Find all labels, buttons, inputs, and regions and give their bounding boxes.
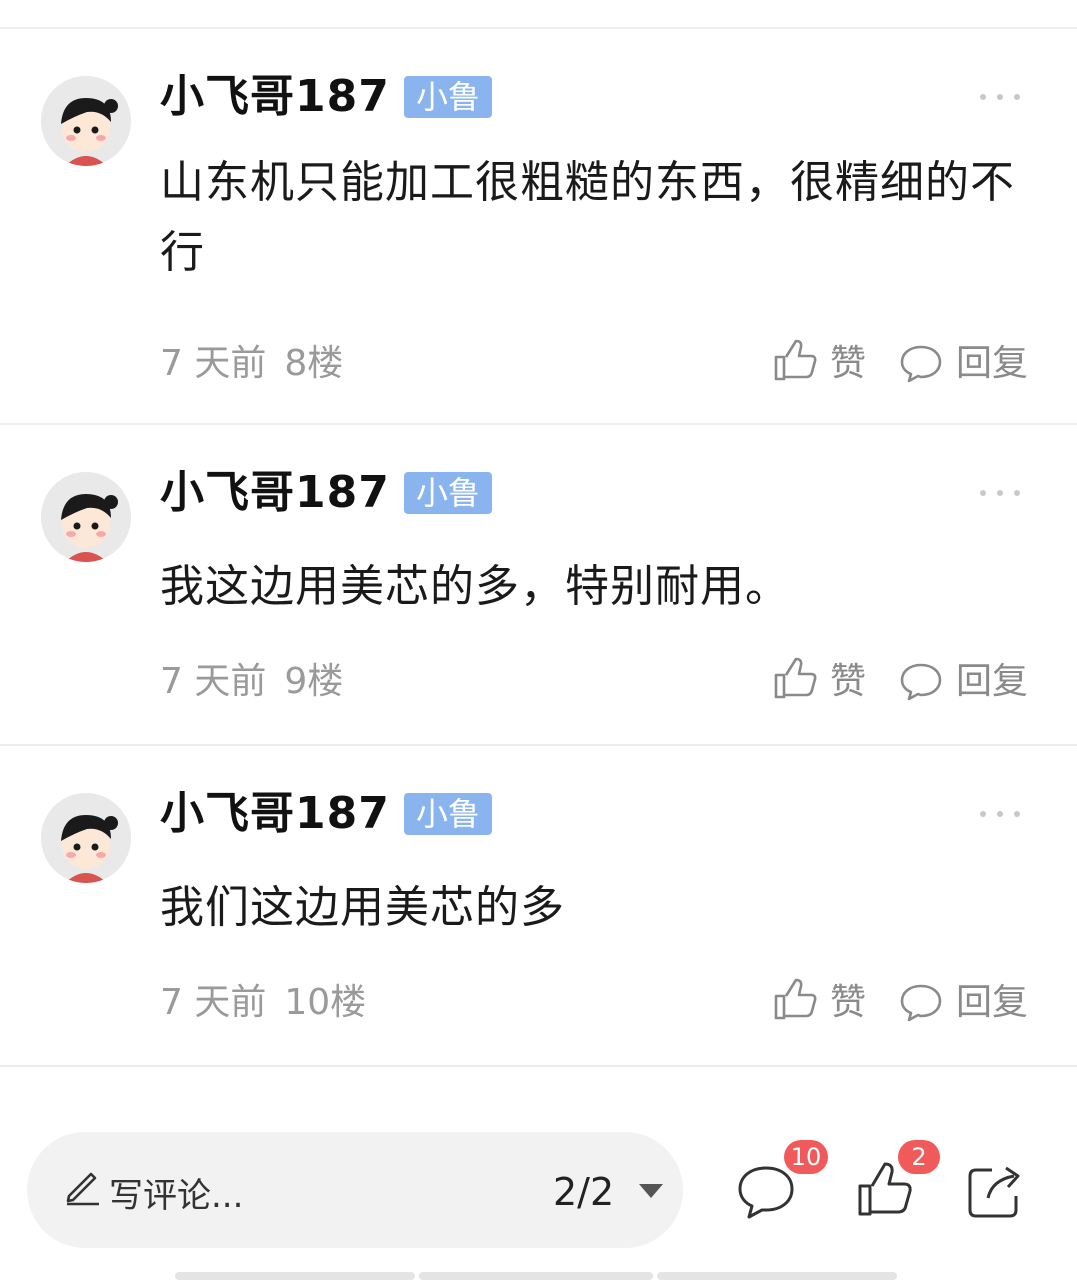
like-count-badge: 2: [898, 1140, 940, 1174]
home-indicator: [657, 1272, 897, 1280]
home-indicator: [419, 1272, 653, 1280]
more-icon[interactable]: [978, 486, 1022, 500]
more-icon[interactable]: [978, 807, 1022, 821]
more-icon[interactable]: [978, 90, 1022, 104]
top-divider: [0, 27, 1077, 29]
reply-label: 回复: [956, 343, 1029, 384]
like-button[interactable]: 赞: [772, 973, 866, 1025]
comment-text: 我这边用美芯的多，特别耐用。: [160, 561, 790, 612]
timestamp: 7 天前: [160, 982, 267, 1023]
reply-label: 回复: [956, 661, 1029, 702]
reply-button[interactable]: 回复: [898, 973, 1028, 1025]
comment-meta: 7 天前 10楼: [160, 973, 366, 1025]
floor-number: 10楼: [284, 982, 367, 1023]
speech-bubble-icon: [900, 663, 942, 701]
thumbs-up-icon: [774, 657, 817, 699]
comment-item: 小飞哥187 小鲁 我这边用美芯的多，特别耐用。 7 天前 9楼 赞 回复: [0, 426, 1077, 744]
speech-bubble-icon[interactable]: [734, 1160, 798, 1224]
avatar[interactable]: [41, 793, 131, 883]
speech-bubble-icon: [900, 984, 942, 1022]
comment-count-badge: 10: [784, 1140, 828, 1174]
avatar-cartoon-icon: [41, 76, 131, 166]
avatar-cartoon-icon: [41, 793, 131, 883]
share-icon[interactable]: [962, 1160, 1026, 1224]
home-indicator: [175, 1272, 415, 1280]
write-comment-input[interactable]: 写评论... 2/2: [27, 1132, 683, 1248]
like-label: 赞: [830, 343, 867, 384]
comment-text: 我们这边用美芯的多: [160, 882, 565, 933]
username[interactable]: 小飞哥187: [160, 70, 390, 124]
comment-item: 小飞哥187 小鲁 山东机只能加工很粗糙的东西，很精细的不行 7 天前 8楼 赞 …: [0, 30, 1077, 423]
like-label: 赞: [830, 661, 867, 702]
floor-number: 9楼: [284, 661, 344, 702]
reply-button[interactable]: 回复: [898, 652, 1028, 704]
user-badge: 小鲁: [404, 793, 492, 835]
comment-divider: [0, 423, 1077, 425]
comment-item: 小飞哥187 小鲁 我们这边用美芯的多 7 天前 10楼 赞 回复: [0, 747, 1077, 1065]
page-indicator[interactable]: 2/2: [553, 1170, 614, 1214]
comment-text: 山东机只能加工很粗糙的东西，很精细的不行: [160, 157, 1015, 278]
comment-divider: [0, 744, 1077, 746]
comment-divider: [0, 1065, 1077, 1067]
like-label: 赞: [830, 982, 867, 1023]
avatar-cartoon-icon: [41, 472, 131, 562]
comment-meta: 7 天前 9楼: [160, 652, 343, 704]
dropdown-arrow-icon[interactable]: [639, 1184, 663, 1198]
comment-placeholder: 写评论...: [109, 1176, 244, 1216]
timestamp: 7 天前: [160, 343, 267, 384]
bottom-action-bar: 写评论... 2/2 10 2: [0, 1100, 1077, 1281]
timestamp: 7 天前: [160, 661, 267, 702]
comment-meta: 7 天前 8楼: [160, 334, 343, 386]
user-badge: 小鲁: [404, 76, 492, 118]
like-button[interactable]: 赞: [772, 652, 866, 704]
floor-number: 8楼: [284, 343, 344, 384]
thumbs-up-icon: [774, 978, 817, 1020]
thumbs-up-icon: [774, 339, 817, 381]
avatar[interactable]: [41, 76, 131, 166]
like-button[interactable]: 赞: [772, 334, 866, 386]
reply-label: 回复: [956, 982, 1029, 1023]
avatar[interactable]: [41, 472, 131, 562]
speech-bubble-icon: [900, 345, 942, 383]
username[interactable]: 小飞哥187: [160, 787, 390, 841]
pencil-icon: [66, 1172, 99, 1206]
reply-button[interactable]: 回复: [898, 334, 1028, 386]
username[interactable]: 小飞哥187: [160, 466, 390, 520]
user-badge: 小鲁: [404, 472, 492, 514]
